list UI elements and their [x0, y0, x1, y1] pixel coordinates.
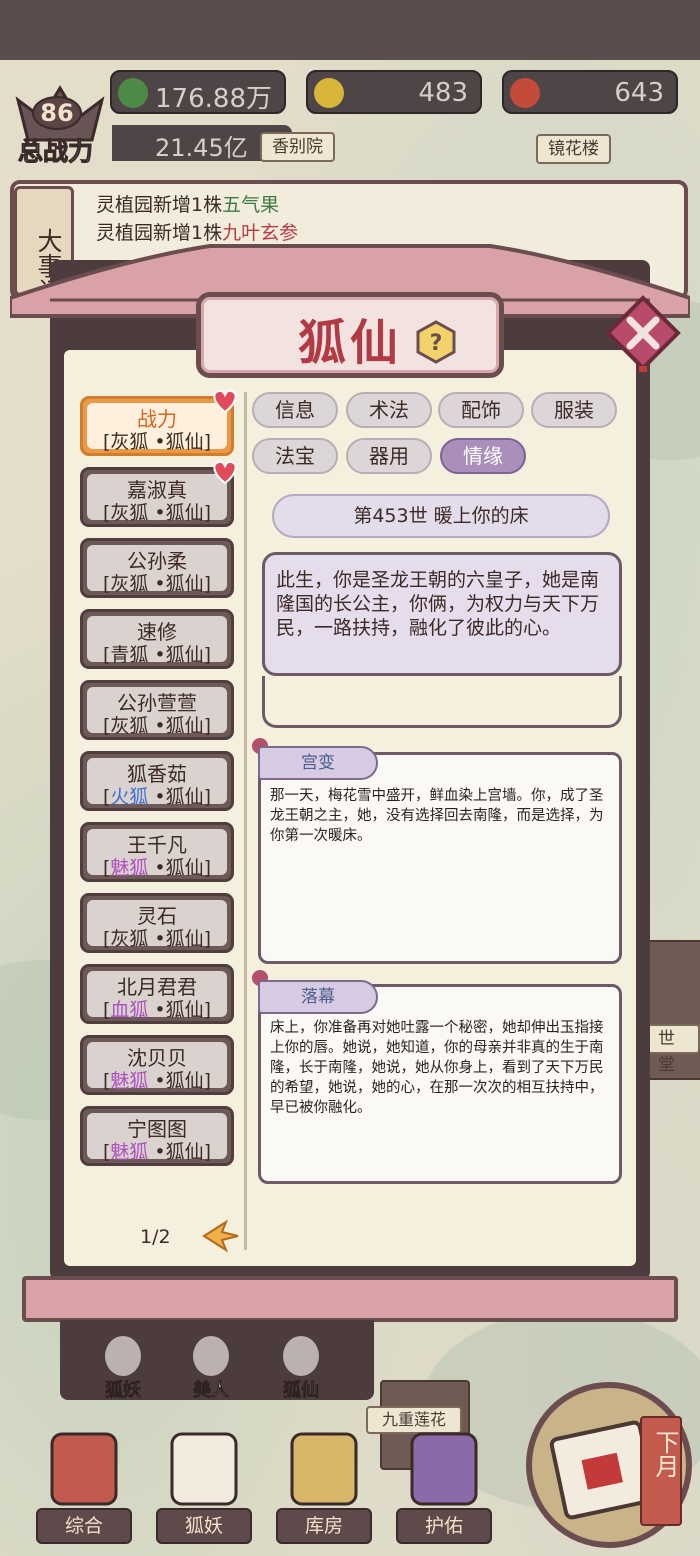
character-card[interactable]: 沈贝贝 [魅狐 •狐仙] — [80, 1035, 234, 1095]
list-divider — [244, 392, 247, 1250]
map-place-left[interactable]: 香别院 — [260, 132, 335, 162]
character-type: [魅狐 •狐仙] — [102, 1141, 212, 1163]
character-type: [灰狐 •狐仙] — [102, 431, 212, 453]
tab-5[interactable]: 器用 — [346, 438, 432, 474]
character-card[interactable]: 公孙柔 [灰狐 •狐仙] — [80, 538, 234, 598]
tab-6[interactable]: 情缘 — [440, 438, 526, 474]
dialog-base-beam — [22, 1276, 678, 1322]
fox-type: 青狐 — [110, 644, 149, 666]
tab-1[interactable]: 术法 — [346, 392, 432, 428]
character-card[interactable]: 灵石 [灰狐 •狐仙] — [80, 893, 234, 953]
character-type: [灰狐 •狐仙] — [102, 573, 212, 595]
category-label: 狐妖 — [105, 1380, 142, 1402]
fox-type: 灰狐 — [110, 715, 149, 737]
summary-text: 此生，你是圣龙王朝的六皇子，她是南隆国的长公主，你俩，为权力与天下万民，一路扶持… — [276, 569, 600, 639]
resource-leaf-value: 176.88万 — [155, 84, 272, 114]
fox-type: 血狐 — [110, 999, 149, 1021]
fox-rank: •狐仙] — [154, 1141, 212, 1163]
storehouse-icon — [290, 1432, 358, 1506]
character-type: [血狐 •狐仙] — [102, 999, 212, 1021]
map-place-right[interactable]: 镜花楼 — [536, 134, 611, 164]
character-card[interactable]: 速修 [青狐 •狐仙] — [80, 609, 234, 669]
fox-rank: •狐仙] — [154, 857, 212, 879]
chapter-label: 宫变 — [258, 746, 378, 780]
fox-type: 灰狐 — [110, 573, 149, 595]
leaf-icon — [118, 78, 148, 108]
generation-title: 第453世 暖上你的床 — [272, 494, 610, 538]
character-card[interactable]: 公孙萱萱 [灰狐 •狐仙] — [80, 680, 234, 740]
next-month-label: 下月 — [651, 1430, 679, 1478]
help-icon[interactable]: ? — [414, 320, 458, 364]
category-label: 狐仙 — [283, 1380, 320, 1402]
fox-type: 灰狐 — [110, 431, 149, 453]
close-icon[interactable] — [604, 294, 682, 372]
character-type: [火狐 •狐仙] — [102, 786, 212, 808]
fox-rank: •狐仙] — [154, 1070, 212, 1092]
character-card[interactable]: 狐香茹 [火狐 •狐仙] — [80, 751, 234, 811]
tab-2[interactable]: 配饰 — [438, 392, 524, 428]
character-type: [灰狐 •狐仙] — [102, 715, 212, 737]
fox-rank: •狐仙] — [154, 715, 212, 737]
character-type: [灰狐 •狐仙] — [102, 502, 212, 524]
character-type: [青狐 •狐仙] — [102, 644, 212, 666]
tab-0[interactable]: 信息 — [252, 392, 338, 428]
fox-rank: •狐仙] — [154, 502, 212, 524]
fox-type: 魅狐 — [110, 1070, 149, 1092]
power-level-badge: 86 — [32, 96, 82, 130]
fox-rank: •狐仙] — [154, 644, 212, 666]
chapter-label: 落幕 — [258, 980, 378, 1014]
character-type: [魅狐 •狐仙] — [102, 1070, 212, 1092]
gate-icon — [50, 1432, 118, 1506]
resource-leaf[interactable]: 176.88万 — [110, 70, 286, 114]
power-label: 总战力 — [17, 137, 94, 167]
map-place-side[interactable]: 世堂 — [646, 1024, 700, 1075]
power-value: 21.45亿 — [155, 134, 248, 162]
summary-scroll-tail — [262, 676, 622, 728]
category-label: 美人 — [193, 1380, 230, 1402]
character-card[interactable]: 北月君君 [血狐 •狐仙] — [80, 964, 234, 1024]
resource-gold[interactable]: 483 — [306, 70, 482, 114]
fox-rank: •狐仙] — [154, 928, 212, 950]
nav-button-3[interactable]: 护佑 — [396, 1508, 492, 1544]
fox-mask-icon — [170, 1432, 238, 1506]
tab-3[interactable]: 服装 — [531, 392, 617, 428]
event-log-line: 灵植园新增1株五气果 — [96, 194, 280, 216]
fox-type: 灰狐 — [110, 928, 149, 950]
nav-button-1[interactable]: 狐妖 — [156, 1508, 252, 1544]
nav-button-0[interactable]: 综合 — [36, 1508, 132, 1544]
fox-type: 魅狐 — [110, 1141, 149, 1163]
lotus-icon — [410, 1432, 478, 1506]
nav-button-2[interactable]: 库房 — [276, 1508, 372, 1544]
chapter-text: 那一天，梅花雪中盛开，鲜血染上宫墙。你，成了圣龙王朝之主，她，没有选择回去南隆，… — [270, 788, 604, 844]
fox-rank: •狐仙] — [154, 999, 212, 1021]
fox-type: 灰狐 — [110, 502, 149, 524]
character-type: [灰狐 •狐仙] — [102, 928, 212, 950]
chapter-card — [258, 752, 622, 964]
fox-rank: •狐仙] — [154, 573, 212, 595]
resource-gem[interactable]: 643 — [502, 70, 678, 114]
fox-type: 火狐 — [110, 786, 149, 808]
heart-icon — [213, 460, 237, 485]
status-bar — [0, 0, 700, 60]
fox-type: 魅狐 — [110, 857, 149, 879]
fox-rank: •狐仙] — [154, 431, 212, 453]
resource-gold-value: 483 — [418, 78, 468, 108]
red-gem-icon — [510, 78, 540, 108]
heart-icon — [213, 389, 237, 414]
character-type: [魅狐 •狐仙] — [102, 857, 212, 879]
fox-rank: •狐仙] — [154, 786, 212, 808]
tab-4[interactable]: 法宝 — [252, 438, 338, 474]
next-page-arrow-icon[interactable] — [200, 1216, 242, 1256]
character-card[interactable]: 宁图图 [魅狐 •狐仙] — [80, 1106, 234, 1166]
gold-ingot-icon — [314, 78, 344, 108]
character-card[interactable]: 王千凡 [魅狐 •狐仙] — [80, 822, 234, 882]
resource-gem-value: 643 — [614, 78, 664, 108]
svg-text:?: ? — [430, 331, 443, 356]
chapter-text: 床上，你准备再对她吐露一个秘密，她却伸出玉指接上你的唇。她说，她知道，你的母亲并… — [270, 1020, 604, 1116]
page-indicator: 1/2 — [140, 1226, 171, 1248]
